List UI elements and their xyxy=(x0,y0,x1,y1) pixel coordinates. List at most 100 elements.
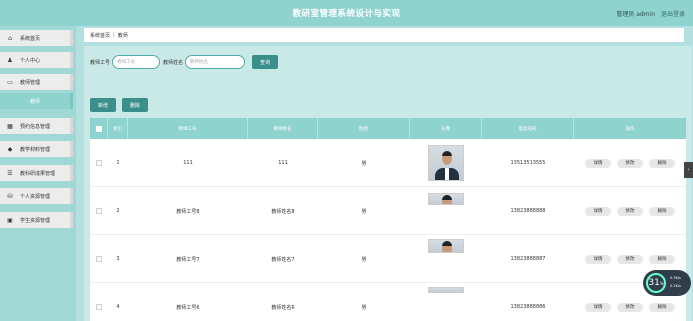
network-speed-widget: 31% 0.3K/s 0.2K/s xyxy=(643,270,691,296)
sidebar-item-research[interactable]: ☰ 教科研成果管理 xyxy=(0,165,73,181)
sidebar-item-materials[interactable]: ◆ 教学材料管理 xyxy=(0,141,73,157)
cell-teacher-id: 教师工号7 xyxy=(176,256,200,263)
cell-phone: 13823888888 xyxy=(510,208,546,214)
delete-button[interactable]: 删除 xyxy=(122,98,148,112)
sidebar-item-label: 教学材料管理 xyxy=(20,146,51,153)
upload-speed: 0.3K/s xyxy=(670,276,681,280)
sidebar-item-reservations[interactable]: ▦ 预约信息管理 xyxy=(0,118,73,134)
user-icon: ♟ xyxy=(7,56,13,64)
cell-teacher-name: 教师姓名8 xyxy=(271,208,295,215)
sidebar-item-label: 教师 xyxy=(29,98,40,105)
calendar-icon: ▦ xyxy=(7,122,13,130)
download-speed: 0.2K/s xyxy=(670,284,681,288)
sidebar-item-label: 个人中心 xyxy=(20,57,41,64)
cell-teacher-name: 教师姓名6 xyxy=(271,304,295,311)
sidebar-item-label: 个人资源管理 xyxy=(20,193,51,200)
cell-phone: 13513513555 xyxy=(510,160,546,166)
cell-teacher-name: 111 xyxy=(278,160,288,166)
cell-index: 2 xyxy=(116,208,120,214)
select-all-checkbox[interactable] xyxy=(95,125,102,132)
header-gender[interactable]: 性别 xyxy=(318,118,410,139)
detail-button[interactable]: 详情 xyxy=(585,302,611,312)
resource-icon: ⛁ xyxy=(7,192,13,200)
breadcrumb: 系统首页 | 教师 xyxy=(84,28,684,42)
avatar xyxy=(428,193,464,205)
sidebar-item-label: 教师管理 xyxy=(20,79,41,86)
shield-icon: ◆ xyxy=(7,145,13,153)
header-teacher-id[interactable]: 教师工号 xyxy=(128,118,248,139)
sidebar-item-student-resources[interactable]: ▣ 学生资源管理 xyxy=(0,212,73,228)
row-checkbox[interactable] xyxy=(96,304,102,310)
table-row: 3 教师工号7 教师姓名7 男 13823888887 详情 修改 删除 xyxy=(90,235,686,283)
app-title: 教研室管理系统设计与实现 xyxy=(292,9,401,19)
sidebar-subitem-teacher[interactable]: 教师 xyxy=(0,93,73,109)
sidebar: ⌂ 系统首页 ♟ 个人中心 ▭ 教师管理 教师 ▦ 预约信息管理 ◆ 教学材料管… xyxy=(0,26,76,321)
cell-phone: 13823888886 xyxy=(510,304,546,310)
delete-row-button[interactable]: 删除 xyxy=(649,302,675,312)
edit-button[interactable]: 修改 xyxy=(617,158,643,168)
breadcrumb-separator: | xyxy=(113,32,115,38)
avatar xyxy=(428,145,464,181)
grid-icon: ▣ xyxy=(7,216,13,224)
sidebar-item-personal-resources[interactable]: ⛁ 个人资源管理 xyxy=(0,188,73,204)
logout-link[interactable]: 退出登录 xyxy=(661,11,685,18)
cell-index: 4 xyxy=(116,304,120,310)
detail-button[interactable]: 详情 xyxy=(585,254,611,264)
breadcrumb-home[interactable]: 系统首页 xyxy=(90,32,110,39)
teacher-id-input[interactable]: 教师工号 xyxy=(112,55,161,69)
breadcrumb-current: 教师 xyxy=(117,32,128,39)
sidebar-item-teacher-management[interactable]: ▭ 教师管理 xyxy=(0,74,73,90)
speed-percent-ring: 31% xyxy=(646,273,666,293)
teacher-name-input[interactable]: 教师姓名 xyxy=(185,55,246,69)
teacher-table: 索引 教师工号 教师姓名 性别 头像 电话号码 操作 1 111 111 男 1… xyxy=(90,118,686,321)
percent-sign: % xyxy=(659,280,664,286)
edit-button[interactable]: 修改 xyxy=(617,254,643,264)
sidebar-item-home[interactable]: ⌂ 系统首页 xyxy=(0,30,73,46)
delete-row-button[interactable]: 删除 xyxy=(649,254,675,264)
delete-row-button[interactable]: 删除 xyxy=(649,158,675,168)
sidebar-item-label: 系统首页 xyxy=(20,35,41,42)
side-scroll-tab[interactable]: › xyxy=(684,162,693,178)
cell-teacher-id: 教师工号6 xyxy=(176,304,200,311)
header-avatar[interactable]: 头像 xyxy=(410,118,482,139)
cell-gender: 男 xyxy=(361,256,367,263)
top-bar: 教研室管理系统设计与实现 管理员 admin 退出登录 xyxy=(0,0,693,26)
cell-teacher-name: 教师姓名7 xyxy=(271,256,295,263)
sidebar-item-label: 学生资源管理 xyxy=(20,217,51,224)
teacher-id-label: 教师工号 xyxy=(90,59,111,66)
table-row: 4 教师工号6 教师姓名6 男 13823888886 详情 修改 删除 xyxy=(90,283,686,321)
home-icon: ⌂ xyxy=(8,34,12,42)
header-teacher-name[interactable]: 教师姓名 xyxy=(248,118,318,139)
avatar xyxy=(428,239,464,253)
table-row: 1 111 111 男 13513513555 详情 修改 删除 xyxy=(90,139,686,187)
user-area: 管理员 admin 退出登录 xyxy=(612,9,685,18)
cell-gender: 男 xyxy=(361,304,367,311)
sidebar-item-profile[interactable]: ♟ 个人中心 xyxy=(0,52,73,68)
add-button[interactable]: 新增 xyxy=(90,98,116,112)
table-row: 2 教师工号8 教师姓名8 男 13823888888 详情 修改 删除 xyxy=(90,187,686,235)
cell-teacher-id: 111 xyxy=(183,160,193,166)
sidebar-item-label: 教科研成果管理 xyxy=(20,170,56,177)
header-index: 索引 xyxy=(108,118,128,139)
detail-button[interactable]: 详情 xyxy=(585,206,611,216)
header-phone[interactable]: 电话号码 xyxy=(482,118,574,139)
cell-index: 3 xyxy=(116,256,120,262)
row-checkbox[interactable] xyxy=(96,208,102,214)
sidebar-item-label: 预约信息管理 xyxy=(20,123,51,130)
content-panel: 教师工号 教师工号 教师姓名 教师姓名 查询 新增 删除 索引 教师工号 教师姓… xyxy=(84,46,692,321)
table-header: 索引 教师工号 教师姓名 性别 头像 电话号码 操作 xyxy=(90,118,686,139)
main-area: 系统首页 | 教师 教师工号 教师工号 教师姓名 教师姓名 查询 新增 删除 索… xyxy=(76,26,693,321)
edit-button[interactable]: 修改 xyxy=(617,206,643,216)
document-icon: ☰ xyxy=(7,169,13,177)
search-bar: 教师工号 教师工号 教师姓名 教师姓名 查询 xyxy=(90,55,279,69)
user-role: 管理员 admin xyxy=(616,11,656,18)
delete-row-button[interactable]: 删除 xyxy=(649,206,675,216)
row-checkbox[interactable] xyxy=(96,160,102,166)
detail-button[interactable]: 详情 xyxy=(585,158,611,168)
search-button[interactable]: 查询 xyxy=(252,55,279,69)
teacher-icon: ▭ xyxy=(7,78,13,86)
row-checkbox[interactable] xyxy=(96,256,102,262)
edit-button[interactable]: 修改 xyxy=(617,302,643,312)
speed-percent-value: 31 xyxy=(648,278,660,288)
cell-teacher-id: 教师工号8 xyxy=(176,208,200,215)
